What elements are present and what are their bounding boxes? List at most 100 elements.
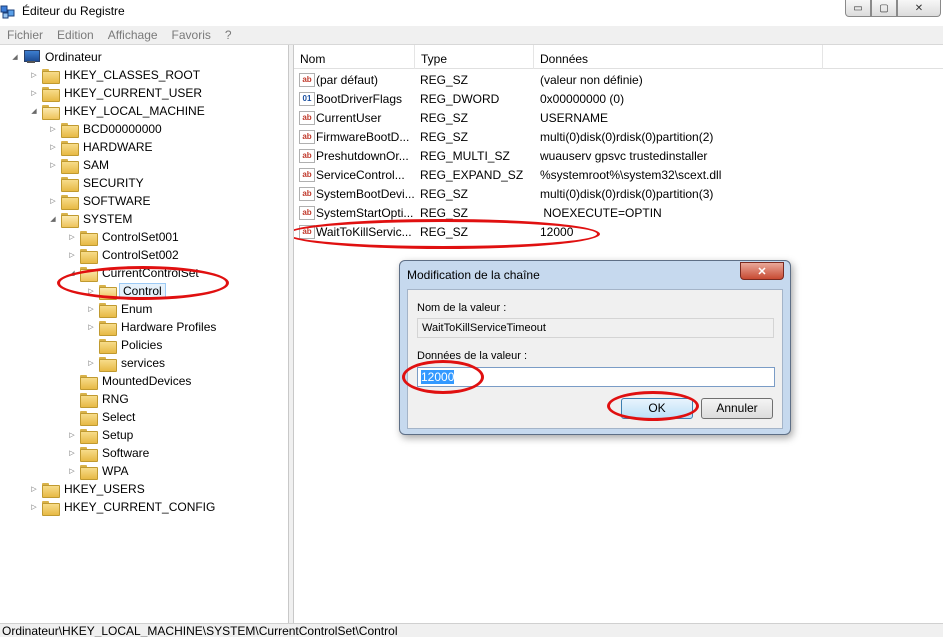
tree-label-selected: Control [119,283,166,299]
value-name: SystemStartOpti... [316,206,414,220]
value-row[interactable]: ab SystemBootDevi... REG_SZ multi(0)disk(0)… [294,185,943,204]
expand-arrow-icon[interactable]: ▷ [29,88,39,98]
tree-label: Policies [121,338,163,352]
folder-icon [80,248,98,264]
value-type: REG_SZ [420,206,469,220]
value-data: multi(0)disk(0)rdisk(0)partition(2) [540,130,714,144]
tree-node-hkcu[interactable]: ▷ HKEY_CURRENT_USER [29,84,204,102]
expand-arrow-icon[interactable]: ▷ [48,142,58,152]
expander-placeholder [67,394,77,404]
menu-fichier[interactable]: Fichier [0,26,50,44]
value-row[interactable]: ab CurrentUser REG_SZ USERNAME [294,109,943,128]
tree-node-hku[interactable]: ▷ HKEY_USERS [29,480,147,498]
tree-node-ordinateur[interactable]: ◢ Ordinateur [10,48,104,66]
column-header-donnees[interactable]: Données [534,45,823,69]
collapse-arrow-icon[interactable]: ◢ [10,52,20,62]
expander-placeholder [67,376,77,386]
expand-arrow-icon[interactable]: ▷ [67,232,77,242]
cancel-button[interactable]: Annuler [701,398,773,419]
tree-node-policies[interactable]: Policies [86,336,164,354]
folder-icon [99,338,117,354]
collapse-arrow-icon[interactable]: ◢ [29,106,39,116]
expand-arrow-icon[interactable]: ▷ [86,304,96,314]
expand-arrow-icon[interactable]: ▷ [86,322,96,332]
close-button[interactable]: ✕ [897,0,941,17]
maximize-button[interactable]: ▢ [871,0,897,17]
tree-node-wpa[interactable]: ▷ WPA [67,462,130,480]
expand-arrow-icon[interactable]: ▷ [48,196,58,206]
tree-node-hkcr[interactable]: ▷ HKEY_CLASSES_ROOT [29,66,202,84]
minimize-button[interactable]: ▭ [845,0,871,17]
tree-node-sam[interactable]: ▷ SAM [48,156,111,174]
tree-node-system-software[interactable]: ▷ Software [67,444,151,462]
tree-node-controlset001[interactable]: ▷ ControlSet001 [67,228,181,246]
expand-arrow-icon[interactable]: ▷ [67,466,77,476]
expand-arrow-icon[interactable]: ▷ [67,448,77,458]
tree-label: SYSTEM [83,212,133,226]
tree-node-bcd[interactable]: ▷ BCD00000000 [48,120,164,138]
tree-label: HARDWARE [83,140,153,154]
tree-node-hklm[interactable]: ◢ HKEY_LOCAL_MACHINE [29,102,207,120]
expand-arrow-icon[interactable]: ▷ [67,250,77,260]
value-name-field: WaitToKillServiceTimeout [417,318,774,338]
value-row[interactable]: ab WaitToKillServic... REG_SZ 12000 [294,223,943,242]
tree-node-rng[interactable]: RNG [67,390,131,408]
value-type: REG_SZ [420,187,469,201]
tree-label: HKEY_LOCAL_MACHINE [64,104,205,118]
expand-arrow-icon[interactable]: ▷ [29,70,39,80]
expand-arrow-icon[interactable]: ▷ [29,484,39,494]
value-type: REG_DWORD [420,92,500,106]
dialog-close-button[interactable]: ✕ [740,262,784,280]
value-name-label: Nom de la valeur : [417,302,507,314]
tree-label: HKEY_CURRENT_CONFIG [64,500,216,514]
folder-icon [80,464,98,480]
value-data: %systemroot%\system32\scext.dll [540,168,722,182]
menu-affichage[interactable]: Affichage [101,26,165,44]
value-row[interactable]: ab ServiceControl... REG_EXPAND_SZ %systemr… [294,166,943,185]
expand-arrow-icon[interactable]: ▷ [48,160,58,170]
column-header-type[interactable]: Type [415,45,534,69]
value-data: USERNAME [540,111,609,125]
column-header-nom[interactable]: Nom [294,45,415,69]
menu-edition[interactable]: Edition [50,26,101,44]
tree-node-system[interactable]: ◢ SYSTEM [48,210,134,228]
registry-tree[interactable]: ◢ Ordinateur ▷ HKEY_CLASSES_ROOT ▷ HKEY_… [0,45,289,623]
tree-node-security[interactable]: SECURITY [48,174,146,192]
tree-node-currentcontrolset[interactable]: ◢ CurrentControlSet [67,264,201,282]
tree-label: HKEY_CURRENT_USER [64,86,203,100]
collapse-arrow-icon[interactable]: ◢ [48,214,58,224]
tree-node-enum[interactable]: ▷ Enum [86,300,154,318]
tree-node-mounteddevices[interactable]: MountedDevices [67,372,193,390]
tree-node-hardware-profiles[interactable]: ▷ Hardware Profiles [86,318,218,336]
value-row[interactable]: ab FirmwareBootD... REG_SZ multi(0)disk(0)r… [294,128,943,147]
value-row[interactable]: ab SystemStartOpti... REG_SZ NOEXECUTE=OPT… [294,204,943,223]
collapse-arrow-icon[interactable]: ◢ [67,268,77,278]
folder-icon [80,230,98,246]
expand-arrow-icon[interactable]: ▷ [48,124,58,134]
expand-arrow-icon[interactable]: ▷ [86,286,96,296]
value-row[interactable]: ab (par défaut) REG_SZ (valeur non définie) [294,71,943,90]
menu-help[interactable]: ? [218,26,239,44]
tree-node-software[interactable]: ▷ SOFTWARE [48,192,153,210]
folder-icon [61,140,79,156]
tree-node-controlset002[interactable]: ▷ ControlSet002 [67,246,181,264]
open-folder-icon [61,212,79,228]
string-value-icon: ab [299,168,315,182]
expand-arrow-icon[interactable]: ▷ [29,502,39,512]
ok-button[interactable]: OK [621,398,693,419]
tree-node-services[interactable]: ▷ services [86,354,167,372]
expand-arrow-icon[interactable]: ▷ [67,430,77,440]
value-row[interactable]: 01 BootDriverFlags REG_DWORD 0x00000000 (0) [294,90,943,109]
window-title: Éditeur du Registre [22,4,125,18]
folder-icon [42,86,60,102]
tree-node-control[interactable]: ▷ Control [86,282,166,300]
tree-node-setup[interactable]: ▷ Setup [67,426,135,444]
tree-node-hkcc[interactable]: ▷ HKEY_CURRENT_CONFIG [29,498,217,516]
tree-node-hardware[interactable]: ▷ HARDWARE [48,138,155,156]
value-name: PreshutdownOr... [316,149,409,163]
value-row[interactable]: ab PreshutdownOr... REG_MULTI_SZ wuauserv g… [294,147,943,166]
expand-arrow-icon[interactable]: ▷ [86,358,96,368]
value-data-input[interactable]: 12000 [417,367,775,387]
menu-favoris[interactable]: Favoris [165,26,218,44]
tree-node-select[interactable]: Select [67,408,137,426]
